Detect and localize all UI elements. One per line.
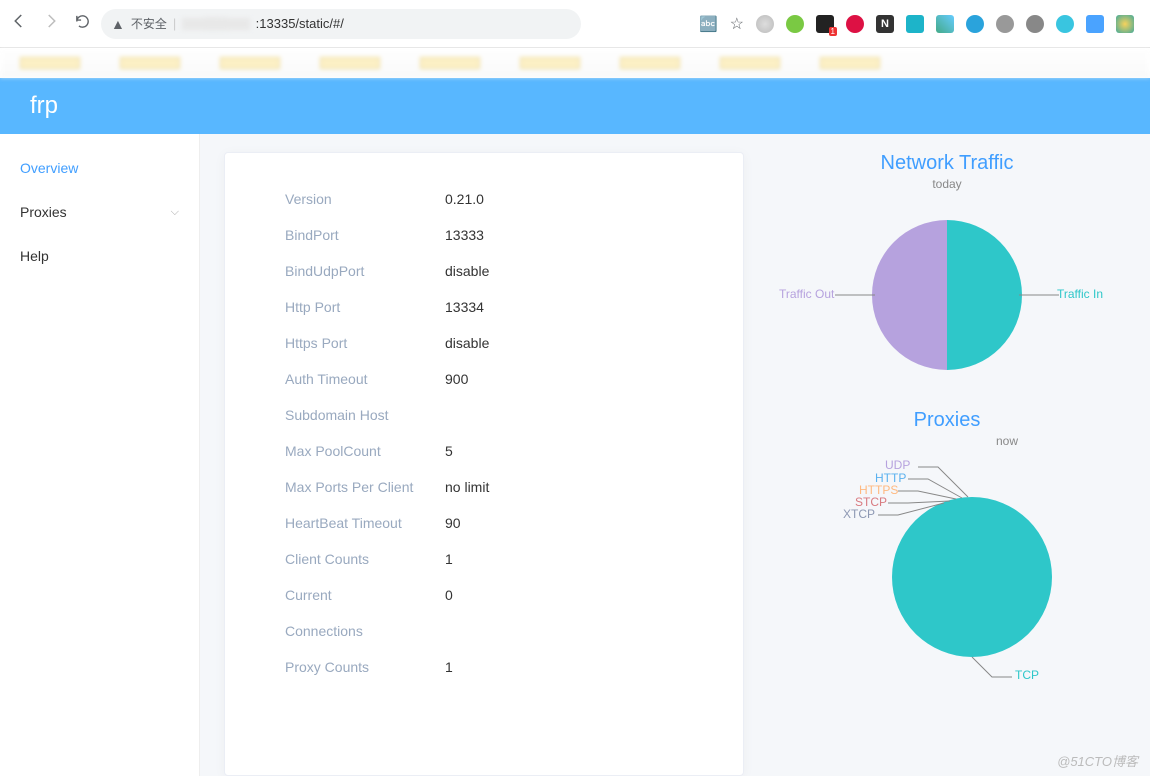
- network-traffic-chart: Traffic In Traffic Out: [797, 205, 1097, 385]
- warning-icon: ▲: [111, 16, 125, 32]
- sidebar: Overview Proxies ⌵ Help: [0, 134, 200, 776]
- ext-icon[interactable]: [1026, 15, 1044, 33]
- overview-value: 13334: [445, 299, 484, 315]
- overview-label: HeartBeat Timeout: [285, 515, 445, 531]
- pie-label: TCP: [1015, 668, 1039, 682]
- chevron-down-icon: ⌵: [171, 206, 179, 219]
- overview-label: Max Ports Per Client: [285, 479, 445, 495]
- back-button[interactable]: [10, 12, 28, 35]
- bookmarks-bar: [0, 48, 1150, 78]
- ext-icon[interactable]: [1116, 15, 1134, 33]
- overview-label: BindUdpPort: [285, 263, 445, 279]
- overview-value: disable: [445, 335, 489, 351]
- overview-value: 5: [445, 443, 453, 459]
- sidebar-item-label: Proxies: [20, 204, 67, 220]
- ext-icon[interactable]: [1086, 15, 1104, 33]
- overview-value: 1: [445, 551, 453, 567]
- overview-row: BindUdpPortdisable: [285, 253, 703, 289]
- overview-card: Version0.21.0BindPort13333BindUdpPortdis…: [224, 152, 744, 776]
- charts-column: Network Traffic today Traffic In Traffic…: [768, 152, 1126, 776]
- url-path: :13335/static/#/: [256, 16, 344, 31]
- ext-icon[interactable]: [846, 15, 864, 33]
- ext-icon[interactable]: [786, 15, 804, 33]
- ext-icon[interactable]: [1056, 15, 1074, 33]
- security-label: 不安全: [131, 15, 167, 32]
- overview-row: Http Port13334: [285, 289, 703, 325]
- overview-row: Current0: [285, 577, 703, 613]
- sidebar-item-help[interactable]: Help: [0, 234, 199, 278]
- overview-row: Subdomain Host: [285, 397, 703, 433]
- watermark: @51CTO博客: [1057, 751, 1138, 770]
- sidebar-item-label: Help: [20, 248, 49, 264]
- pie-label: UDP: [885, 458, 910, 472]
- ext-icon[interactable]: [996, 15, 1014, 33]
- url-host-blurred: ███: [182, 18, 249, 30]
- ext-icon[interactable]: N: [876, 15, 894, 33]
- app-title: frp: [30, 92, 58, 120]
- overview-label: Https Port: [285, 335, 445, 351]
- overview-value: 0: [445, 587, 453, 603]
- overview-label: Current: [285, 587, 445, 603]
- overview-label: Version: [285, 191, 445, 207]
- overview-value: no limit: [445, 479, 489, 495]
- overview-row: BindPort13333: [285, 217, 703, 253]
- sidebar-item-proxies[interactable]: Proxies ⌵: [0, 190, 199, 234]
- ext-icon[interactable]: 1: [816, 15, 834, 33]
- overview-label: Http Port: [285, 299, 445, 315]
- pie-slice-traffic-out: [872, 220, 947, 370]
- sidebar-item-overview[interactable]: Overview: [0, 146, 199, 190]
- browser-toolbar: ▲ 不安全 | ███ :13335/static/#/ 🔤 ☆ 1 N: [0, 0, 1150, 48]
- address-bar[interactable]: ▲ 不安全 | ███ :13335/static/#/: [101, 9, 581, 39]
- ext-icon[interactable]: [966, 15, 984, 33]
- overview-value: 13333: [445, 227, 484, 243]
- chart-title: Network Traffic: [881, 152, 1014, 175]
- pie-slice-traffic-in: [947, 220, 1022, 370]
- overview-row: HeartBeat Timeout90: [285, 505, 703, 541]
- pie-label: XTCP: [843, 507, 875, 521]
- overview-row: Proxy Counts1: [285, 649, 703, 685]
- ext-icon[interactable]: [906, 15, 924, 33]
- overview-row: Connections: [285, 613, 703, 649]
- overview-label: Subdomain Host: [285, 407, 445, 423]
- overview-value: 900: [445, 371, 468, 387]
- pie-label: Traffic In: [1057, 287, 1103, 301]
- ext-icon[interactable]: [936, 15, 954, 33]
- pie-slice-tcp: [892, 497, 1052, 657]
- reload-button[interactable]: [74, 13, 91, 35]
- overview-row: Version0.21.0: [285, 181, 703, 217]
- translate-icon[interactable]: 🔤: [699, 15, 718, 33]
- overview-row: Client Counts1: [285, 541, 703, 577]
- bookmark-star-icon[interactable]: ☆: [730, 14, 744, 34]
- overview-row: Max PoolCount5: [285, 433, 703, 469]
- overview-row: Max Ports Per Clientno limit: [285, 469, 703, 505]
- overview-row: Https Portdisable: [285, 325, 703, 361]
- chart-title: Proxies: [914, 409, 981, 432]
- sidebar-item-label: Overview: [20, 160, 78, 176]
- overview-value: 90: [445, 515, 461, 531]
- chart-subtitle: today: [932, 177, 961, 191]
- proxies-chart: UDP HTTP HTTPS STCP XTCP TCP: [787, 462, 1107, 682]
- overview-label: BindPort: [285, 227, 445, 243]
- ext-icon[interactable]: [756, 15, 774, 33]
- pie-label: Traffic Out: [779, 287, 834, 301]
- overview-value: disable: [445, 263, 489, 279]
- overview-label: Max PoolCount: [285, 443, 445, 459]
- overview-row: Auth Timeout900: [285, 361, 703, 397]
- extensions-area: 🔤 ☆ 1 N: [699, 14, 1140, 34]
- overview-value: 0.21.0: [445, 191, 484, 207]
- overview-label: Client Counts: [285, 551, 445, 567]
- overview-label: Connections: [285, 623, 445, 639]
- overview-value: 1: [445, 659, 453, 675]
- chart-subtitle: now: [996, 434, 1018, 448]
- page-header: frp: [0, 78, 1150, 134]
- overview-label: Proxy Counts: [285, 659, 445, 675]
- overview-label: Auth Timeout: [285, 371, 445, 387]
- forward-button[interactable]: [42, 12, 60, 35]
